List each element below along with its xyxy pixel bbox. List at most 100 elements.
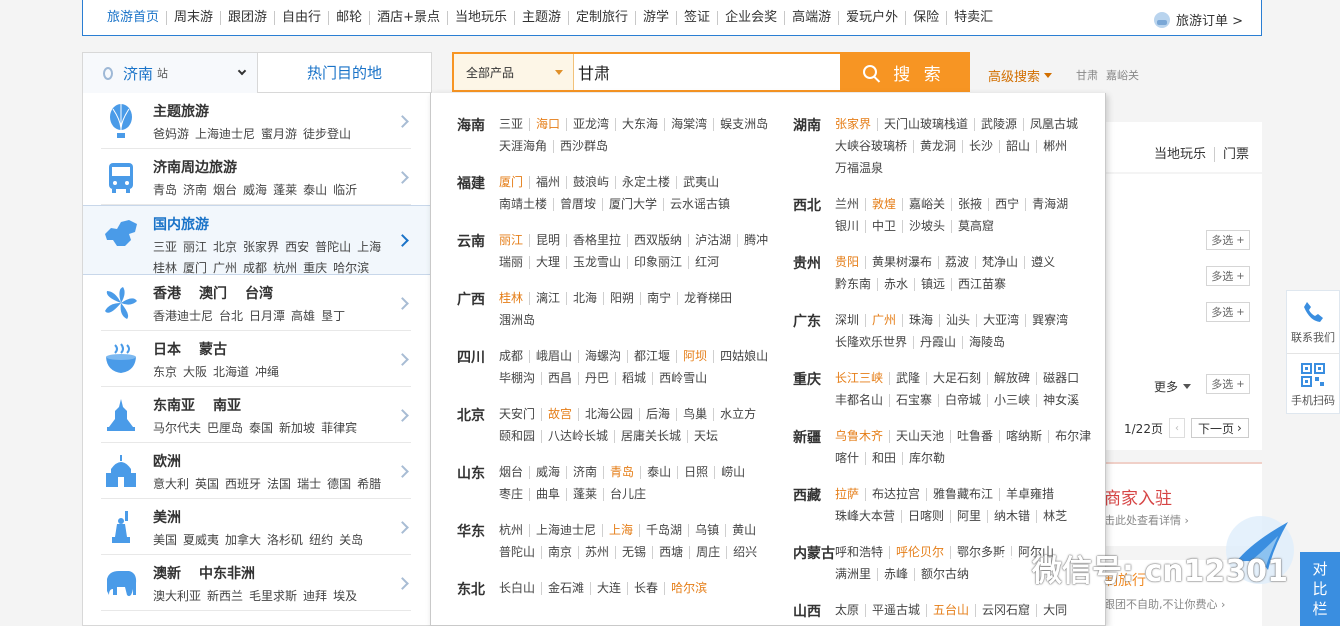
category-link[interactable]: 加拿大 (225, 533, 261, 547)
destination-link[interactable]: 平遥古城 (865, 604, 926, 617)
category-item[interactable]: 澳新 中东非洲 澳大利亚 新西兰 毛里求斯 迪拜 埃及 (83, 555, 431, 611)
multi-select-button[interactable]: 多选 + (1206, 266, 1250, 286)
destination-link[interactable]: 八达岭长城 (541, 430, 614, 443)
multi-select-button[interactable]: 多选 + (1206, 302, 1250, 322)
destination-link[interactable]: 嘉峪关 (902, 198, 951, 211)
destination-link[interactable]: 张掖 (951, 198, 988, 211)
destination-link[interactable]: 武隆 (889, 372, 926, 385)
destination-link[interactable]: 兰州 (835, 198, 865, 211)
region-name[interactable]: 广西 (457, 289, 485, 309)
category-link[interactable]: 垦丁 (321, 309, 345, 323)
destination-link[interactable]: 海口 (529, 118, 566, 131)
destination-link[interactable]: 莫高窟 (951, 220, 1000, 233)
destination-link[interactable]: 都江堰 (627, 350, 676, 363)
category-link[interactable]: 瑞士 (297, 477, 321, 491)
destination-link[interactable]: 珠海 (902, 314, 939, 327)
category-link[interactable]: 青岛 (153, 183, 177, 197)
destination-link[interactable]: 赤峰 (877, 568, 914, 581)
category-link[interactable]: 三亚 (153, 240, 177, 254)
destination-link[interactable]: 西江苗寨 (951, 278, 1012, 291)
destination-link[interactable]: 西昌 (541, 372, 578, 385)
destination-link[interactable]: 丽江 (499, 234, 529, 247)
region-name[interactable]: 广东 (793, 311, 821, 331)
destination-link[interactable]: 印象丽江 (627, 256, 688, 269)
destination-link[interactable]: 敦煌 (865, 198, 902, 211)
category-link[interactable]: 高雄 (291, 309, 315, 323)
destination-link[interactable]: 韶山 (999, 140, 1036, 153)
destination-link[interactable]: 杭州 (499, 524, 529, 537)
nav-item[interactable]: 定制旅行 (568, 11, 635, 25)
destination-link[interactable]: 泰山 (640, 466, 677, 479)
destination-link[interactable]: 白帝城 (938, 394, 987, 407)
destination-link[interactable]: 福州 (529, 176, 566, 189)
search-button[interactable]: 搜 索 (840, 54, 968, 90)
category-link[interactable]: 泰国 (249, 421, 273, 435)
region-name[interactable]: 内蒙古 (793, 543, 835, 563)
category-link[interactable]: 东京 (153, 365, 177, 379)
destination-link[interactable]: 台儿庄 (603, 488, 652, 501)
destination-link[interactable]: 乌镇 (688, 524, 725, 537)
destination-link[interactable]: 长隆欢乐世界 (835, 336, 913, 349)
destination-link[interactable]: 天山天池 (889, 430, 950, 443)
destination-link[interactable]: 蜈支洲岛 (713, 118, 774, 131)
destination-link[interactable]: 四姑娘山 (713, 350, 774, 363)
category-link[interactable]: 蓬莱 (273, 183, 297, 197)
destination-link[interactable]: 凤凰古城 (1023, 118, 1084, 131)
destination-link[interactable]: 沙坡头 (902, 220, 951, 233)
region-name[interactable]: 山西 (793, 601, 821, 621)
category-link[interactable]: 济南 (183, 183, 207, 197)
destination-link[interactable]: 海陵岛 (962, 336, 1011, 349)
region-name[interactable]: 华东 (457, 521, 485, 541)
destination-link[interactable]: 厦门大学 (602, 198, 663, 211)
nav-item[interactable]: 主题游 (514, 11, 568, 25)
destination-link[interactable]: 桂林 (499, 292, 529, 305)
nav-item[interactable]: 当地玩乐 (446, 11, 514, 25)
destination-link[interactable]: 长江三峡 (835, 372, 889, 385)
destination-link[interactable]: 西沙群岛 (553, 140, 614, 153)
destination-link[interactable]: 黔东南 (835, 278, 877, 291)
recent-word[interactable]: 嘉峪关 (1106, 69, 1139, 82)
destination-link[interactable]: 大足石刻 (926, 372, 987, 385)
destination-link[interactable]: 无锡 (615, 546, 652, 559)
nav-item[interactable]: 自由行 (274, 11, 328, 25)
destination-link[interactable]: 乌鲁木齐 (835, 430, 889, 443)
region-name[interactable]: 西藏 (793, 485, 821, 505)
destination-link[interactable]: 解放碑 (987, 372, 1036, 385)
destination-link[interactable]: 毕棚沟 (499, 372, 541, 385)
destination-link[interactable]: 稻城 (615, 372, 652, 385)
destination-link[interactable]: 鼓浪屿 (566, 176, 615, 189)
nav-item[interactable]: 旅游首页 (99, 11, 166, 25)
destination-link[interactable]: 天涯海角 (499, 140, 553, 153)
destination-link[interactable]: 南靖土楼 (499, 198, 553, 211)
category-link[interactable]: 意大利 (153, 477, 189, 491)
destination-link[interactable]: 峨眉山 (529, 350, 578, 363)
destination-link[interactable]: 永定土楼 (615, 176, 676, 189)
advanced-search-button[interactable]: 高级搜索 (988, 66, 1053, 85)
category-link[interactable]: 哈尔滨 (333, 261, 369, 275)
destination-link[interactable]: 黄龙洞 (913, 140, 962, 153)
destination-link[interactable]: 上海迪士尼 (529, 524, 602, 537)
destination-link[interactable]: 天坛 (687, 430, 724, 443)
category-link[interactable]: 爸妈游 (153, 127, 189, 141)
destination-link[interactable]: 荔波 (938, 256, 975, 269)
prev-page-button[interactable]: ‹ (1168, 418, 1185, 438)
destination-link[interactable]: 烟台 (499, 466, 529, 479)
more-button[interactable]: 更多 (1154, 378, 1192, 395)
category-link[interactable]: 英国 (195, 477, 219, 491)
destination-link[interactable]: 贵阳 (835, 256, 865, 269)
category-link[interactable]: 成都 (243, 261, 267, 275)
destination-link[interactable]: 天门山玻璃栈道 (877, 118, 974, 131)
contact-us-button[interactable]: 联系我们 (1287, 291, 1339, 353)
nav-item[interactable]: 特卖汇 (946, 11, 1000, 25)
destination-link[interactable]: 千岛湖 (639, 524, 688, 537)
destination-link[interactable]: 长沙 (962, 140, 999, 153)
region-name[interactable]: 福建 (457, 173, 485, 193)
destination-link[interactable]: 大亚湾 (976, 314, 1025, 327)
nav-item[interactable]: 跟团游 (220, 11, 274, 25)
destination-link[interactable]: 满洲里 (835, 568, 877, 581)
category-link[interactable]: 台北 (219, 309, 243, 323)
destination-link[interactable]: 南宁 (640, 292, 677, 305)
destination-link[interactable]: 磁器口 (1036, 372, 1085, 385)
category-link[interactable]: 丽江 (183, 240, 207, 254)
category-link[interactable]: 杭州 (273, 261, 297, 275)
